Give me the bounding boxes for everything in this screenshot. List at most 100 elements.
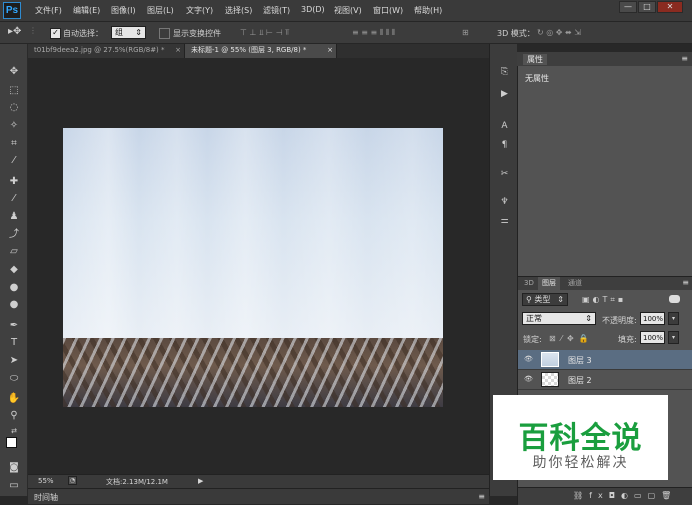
auto-select-dropdown[interactable]: 组 ⇕ [111, 26, 146, 39]
tab-layers[interactable]: 图层 [538, 277, 560, 290]
status-info-icon[interactable]: ◔ [68, 476, 77, 485]
tab-close-icon[interactable]: × [175, 44, 181, 57]
menu-layer[interactable]: 图层(L) [147, 5, 174, 16]
menu-file[interactable]: 文件(F) [35, 5, 62, 16]
menu-filter[interactable]: 滤镜(T) [263, 5, 290, 16]
visibility-eye-icon[interactable]: 👁 [524, 356, 533, 363]
opacity-input[interactable]: 100% [640, 312, 665, 325]
menu-edit[interactable]: 编辑(E) [73, 5, 100, 16]
menu-window[interactable]: 窗口(W) [373, 5, 403, 16]
menu-3d[interactable]: 3D(D) [301, 5, 325, 14]
document-size: 文档:2.13M/12.1M [106, 478, 168, 486]
layers-tab-bar: 3D 图层 通道 ≡ [518, 277, 692, 290]
distribute-buttons-icon[interactable]: ≡ ≡ ≡ ⫴ ⫴ ⫴ [352, 28, 395, 38]
move-icon[interactable]: ✥ [7, 66, 21, 78]
brush-icon[interactable]: ⁄ [7, 193, 21, 205]
character-panel-icon[interactable]: A [498, 120, 511, 132]
auto-select-value: 组 [115, 28, 123, 37]
lock-icons[interactable]: ⊠⁄✥🔒 [549, 334, 594, 343]
screen-mode-icon[interactable]: ▭ [7, 480, 21, 492]
layer-name[interactable]: 图层 3 [568, 355, 592, 366]
chevron-down-icon: ⇕ [585, 314, 592, 323]
menu-view[interactable]: 视图(V) [334, 5, 362, 16]
close-button[interactable]: ✕ [657, 1, 683, 13]
eraser-icon[interactable]: ▱ [7, 246, 21, 258]
swap-colors-icon[interactable]: ⇄ [7, 425, 21, 437]
blend-mode-dropdown[interactable]: 正常 ⇕ [522, 312, 596, 325]
panel-menu-icon[interactable]: ≡ [682, 278, 689, 287]
history-panel-icon[interactable]: ⎘ [498, 66, 511, 78]
type-icon[interactable]: T [7, 337, 21, 349]
show-transform-checkbox[interactable] [159, 28, 170, 39]
layer-filter-dropdown[interactable]: ⚲ 类型 ⇕ [522, 293, 568, 306]
maximize-button[interactable]: □ [638, 1, 656, 13]
marquee-icon[interactable]: ⬚ [7, 85, 21, 97]
hand-icon[interactable]: ✋ [7, 393, 21, 405]
blur-icon[interactable]: ● [7, 282, 21, 294]
layer-thumbnail [541, 372, 559, 387]
crop-icon[interactable]: ⌗ [7, 138, 21, 150]
timeline-label[interactable]: 时间轴 [34, 492, 58, 503]
fill-arrow-icon[interactable]: ▾ [668, 331, 679, 344]
tab-close-icon[interactable]: × [327, 44, 333, 57]
tab-channels[interactable]: 通道 [564, 277, 586, 290]
adjustments-icon[interactable]: ⚌ [498, 215, 511, 227]
zoom-level[interactable]: 55% [38, 477, 54, 485]
quick-mask-icon[interactable]: ◙ [7, 462, 21, 474]
paragraph-panel-icon[interactable]: ¶ [498, 139, 511, 151]
layer-row-2[interactable]: 👁 图层 2 [518, 370, 692, 390]
tools-panel: ✥ ⬚ ◌ ✧ ⌗ ⁄ ✚ ⁄ ♟ ⤴ ▱ ◆ ● ● ✒ T ➤ ⬭ ✋ ⚲ … [0, 44, 28, 496]
3d-mode-icons[interactable]: ↻ ◎ ✥ ⬌ ⇲ [537, 28, 581, 37]
menu-type[interactable]: 文字(Y) [186, 5, 213, 16]
panel-menu-icon[interactable]: ≡ [478, 492, 485, 501]
tab-t01bf9deea2[interactable]: t01bf9deea2.jpg @ 27.5%(RGB/8#) * × [28, 44, 185, 58]
properties-tab[interactable]: 属性 [523, 54, 547, 65]
tab-label: t01bf9deea2.jpg @ 27.5%(RGB/8#) * [34, 46, 165, 54]
menu-select[interactable]: 选择(S) [225, 5, 252, 16]
paint-bucket-icon[interactable]: ◆ [7, 264, 21, 276]
stamp-icon[interactable]: ♟ [7, 211, 21, 223]
dodge-icon[interactable]: ● [7, 299, 21, 311]
watermark-title: 百科全说 [518, 421, 643, 456]
visibility-eye-icon[interactable]: 👁 [524, 376, 533, 383]
layer-name[interactable]: 图层 2 [568, 375, 592, 386]
status-menu-arrow-icon[interactable]: ▶ [198, 477, 203, 485]
zoom-icon[interactable]: ⚲ [7, 410, 21, 422]
document-canvas[interactable] [63, 128, 443, 407]
lasso-icon[interactable]: ◌ [7, 102, 21, 114]
eyedropper-icon[interactable]: ⁄ [7, 155, 21, 167]
layer-row-3[interactable]: 👁 图层 3 [518, 350, 692, 370]
tab-label: 未标题-1 @ 55% (图层 3, RGB/8) * [191, 46, 307, 54]
options-bar: ▸✥ ⋮ ✓ 自动选择： 组 ⇕ 显示变换控件 ⊤ ⊥ ⫫ ⊢ ⊣ ⫪ ≡ ≡ ≡… [0, 22, 692, 44]
filter-toggle-icon[interactable] [669, 295, 680, 303]
tab-3d[interactable]: 3D [520, 277, 538, 290]
actions-panel-icon[interactable]: ▶ [498, 88, 511, 100]
pen-icon[interactable]: ✒ [7, 320, 21, 332]
chevron-down-icon: ⇕ [557, 295, 564, 304]
menu-help[interactable]: 帮助(H) [414, 5, 442, 16]
history-brush-icon[interactable]: ⤴ [7, 229, 21, 241]
shape-icon[interactable]: ⬭ [7, 373, 21, 385]
minimize-button[interactable]: — [619, 1, 637, 13]
brush-presets-icon[interactable]: ♆ [498, 196, 511, 208]
layer-filter-icons[interactable]: ▣◐T⌗▪ [582, 295, 626, 305]
move-tool-icon[interactable]: ▸✥ [8, 26, 21, 37]
align-buttons-icon[interactable]: ⊤ ⊥ ⫫ ⊢ ⊣ ⫪ [240, 28, 290, 38]
tools-presets-icon[interactable]: ✂ [498, 168, 511, 180]
opacity-label: 不透明度: [602, 316, 637, 325]
menu-image[interactable]: 图像(I) [111, 5, 136, 16]
magic-wand-icon[interactable]: ✧ [7, 120, 21, 132]
panel-menu-icon[interactable]: ≡ [681, 54, 688, 63]
filter-kind-value: 类型 [534, 295, 551, 304]
opacity-arrow-icon[interactable]: ▾ [668, 312, 679, 325]
tab-untitled-1[interactable]: 未标题-1 @ 55% (图层 3, RGB/8) * × [185, 44, 337, 58]
foreground-color-swatch[interactable] [6, 437, 17, 448]
auto-select-checkbox[interactable]: ✓ [50, 28, 61, 39]
properties-panel [517, 52, 692, 278]
layer-actions-icons[interactable]: ⛓fx◘◐▭▢🗑 [573, 491, 677, 500]
healing-icon[interactable]: ✚ [7, 176, 21, 188]
auto-align-icon[interactable]: ⊞ [462, 28, 469, 37]
path-select-icon[interactable]: ➤ [7, 355, 21, 367]
menu-bar: Ps 文件(F) 编辑(E) 图像(I) 图层(L) 文字(Y) 选择(S) 滤… [0, 0, 692, 22]
fill-input[interactable]: 100% [640, 331, 665, 344]
